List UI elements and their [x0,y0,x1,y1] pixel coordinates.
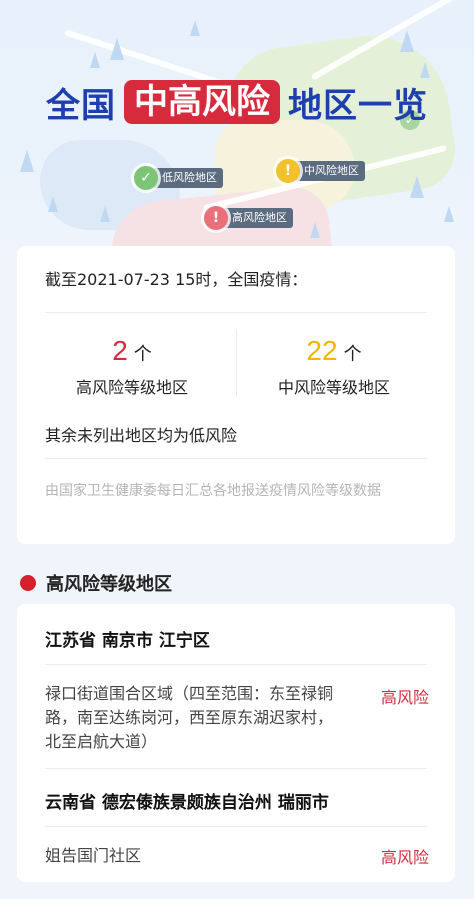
red-dot-icon [20,575,36,591]
tree-icon [190,20,200,36]
exclamation-icon: ! [276,159,300,183]
section-header: 高风险等级地区 [20,570,172,596]
tree-icon [100,206,110,222]
region-name: 云南省 德宏傣族景颇族自治州 瑞丽市 [45,793,329,813]
page-title: 全国 中高风险 地区一览 [0,80,474,126]
divider [45,458,427,459]
as-of-text: 截至2021-07-23 15时，全国疫情： [45,270,308,289]
divider [45,664,427,665]
tree-icon [110,38,124,60]
high-risk-count: 2 [112,335,128,366]
hero-banner: ✓ 全国 中高风险 地区一览 ✓ 低风险地区 ! 中风险地区 ! 高风险地区 [0,0,474,260]
low-risk-pin: ✓ 低风险地区 [134,166,223,190]
high-risk-list-card: 江苏省 南京市 江宁区 禄口街道围合区域（四至范围：东至禄铜路，南至达练岗河，西… [17,604,455,882]
high-risk-label: 高风险等级地区 [75,378,188,397]
region-name: 江苏省 南京市 江宁区 [45,631,210,651]
summary-card: 截至2021-07-23 15时，全国疫情： 2个 高风险等级地区 22 个 中风… [17,246,455,544]
exclamation-icon: ! [204,206,228,230]
divider [45,312,427,313]
tree-icon [90,52,100,68]
tree-icon [310,222,320,238]
mid-risk-label: 中风险等级地区 [277,378,390,397]
divider [45,768,427,769]
low-risk-note: 其余未列出地区均为低风险 [45,426,238,445]
divider [45,826,427,827]
area-description: 姐告国门社区 [45,846,142,865]
risk-level-badge: 高风险 [380,688,429,707]
source-note: 由国家卫生健康委每日汇总各地报送疫情风险等级数据 [45,483,381,499]
tree-icon [444,206,454,222]
tree-icon [400,30,414,52]
high-risk-stat: 2个 高风险等级地区 [37,334,227,398]
section-title: 高风险等级地区 [46,574,172,595]
mid-risk-unit: 个 [343,344,362,365]
mid-risk-pin: ! 中风险地区 [276,159,365,183]
title-left: 全国 [46,85,116,126]
check-icon: ✓ [134,166,158,190]
stat-divider [236,330,237,396]
mid-risk-stat: 22 个 中风险等级地区 [239,334,429,398]
tree-icon [20,150,34,172]
high-risk-count-line: 2个 [37,334,227,368]
tree-icon [48,196,58,212]
title-highlight: 中高风险 [124,80,280,124]
risk-level-badge: 高风险 [380,848,429,867]
mid-risk-pin-label: 中风险地区 [294,161,365,181]
title-right: 地区一览 [288,85,428,126]
low-risk-pin-label: 低风险地区 [152,168,223,188]
tree-icon [410,176,424,198]
area-description: 禄口街道围合区域（四至范围：东至禄铜路，南至达练岗河，西至原东湖迟家村，北至启航… [45,684,334,751]
high-risk-pin-label: 高风险地区 [222,208,293,228]
high-risk-pin: ! 高风险地区 [204,206,293,230]
high-risk-unit: 个 [133,344,152,365]
mid-risk-count-line: 22 个 [239,334,429,368]
mid-risk-count: 22 [306,335,338,366]
tree-icon [420,62,430,78]
